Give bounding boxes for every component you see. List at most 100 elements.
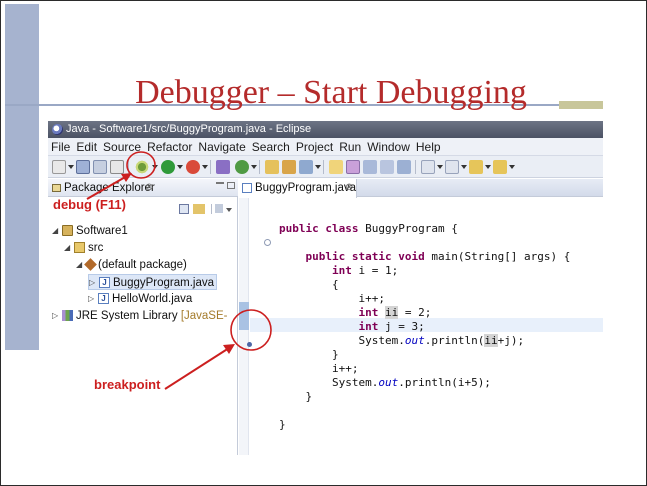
tree-item-buggyprogram[interactable]: ▷ J BuggyProgram.java — [88, 274, 217, 290]
code-line[interactable]: int j = 3; — [279, 320, 424, 334]
collapsed-twisty-icon[interactable]: ▷ — [52, 308, 61, 324]
minimize-icon[interactable] — [216, 182, 224, 184]
debug-icon[interactable] — [134, 159, 150, 175]
forward-dropdown-icon[interactable] — [509, 165, 515, 169]
search-icon[interactable] — [299, 160, 313, 174]
tree-item-label: (default package) — [98, 259, 187, 271]
new-java-project-icon[interactable] — [216, 160, 230, 174]
open-type-icon[interactable] — [265, 160, 279, 174]
package-explorer-tab[interactable]: Package Explorer ⊗ — [48, 179, 238, 197]
new-class-icon[interactable] — [235, 160, 249, 174]
expanded-twisty-icon[interactable]: ◢ — [64, 240, 73, 256]
code-line[interactable]: } — [279, 348, 339, 362]
run-icon[interactable] — [161, 160, 175, 174]
code-line[interactable]: i++; — [279, 292, 385, 306]
code-line[interactable]: public static void main(String[] args) { — [279, 250, 571, 264]
external-tools-dropdown-icon[interactable] — [202, 165, 208, 169]
toolbar-separator — [210, 160, 211, 174]
search-dropdown-icon[interactable] — [315, 165, 321, 169]
code-token: } — [331, 348, 339, 361]
view-menu-dropdown-icon[interactable] — [226, 208, 232, 212]
next-annotation-icon[interactable] — [421, 160, 435, 174]
menu-help[interactable]: Help — [413, 138, 444, 156]
menu-file[interactable]: File — [48, 138, 73, 156]
vertical-ruler[interactable] — [239, 198, 252, 455]
new-dropdown-icon[interactable] — [68, 165, 74, 169]
code-field: out — [404, 334, 425, 347]
code-line[interactable]: } — [279, 390, 313, 404]
external-tools-icon[interactable] — [186, 160, 200, 174]
menu-window[interactable]: Window — [364, 138, 413, 156]
code-line[interactable]: i++; — [279, 362, 359, 376]
menu-search[interactable]: Search — [249, 138, 293, 156]
back-dropdown-icon[interactable] — [485, 165, 491, 169]
run-dropdown-icon[interactable] — [177, 165, 183, 169]
code-token: i = 1; — [351, 264, 399, 277]
collapse-all-icon[interactable] — [179, 204, 189, 214]
forward-icon[interactable] — [493, 160, 507, 174]
editor-tab-buggyprogram[interactable]: BuggyProgram.java ⊗ — [239, 179, 357, 198]
maximize-icon[interactable] — [227, 182, 235, 189]
view-menu-icon[interactable] — [215, 204, 223, 213]
code-line[interactable]: public class BuggyProgram { — [279, 222, 458, 236]
editor-tab-label: BuggyProgram.java — [255, 182, 356, 194]
back-icon[interactable] — [469, 160, 483, 174]
menu-navigate[interactable]: Navigate — [195, 138, 248, 156]
open-task-icon[interactable] — [282, 160, 296, 174]
new-class-dropdown-icon[interactable] — [251, 165, 257, 169]
code-line[interactable]: System.out.println(ii+j); — [279, 334, 524, 348]
save-all-icon[interactable] — [93, 160, 107, 174]
code-token: i++; — [331, 362, 359, 375]
close-icon[interactable]: ⊗ — [145, 179, 153, 197]
tree-item-software1[interactable]: ◢ Software1 — [52, 223, 128, 239]
toolbar-separator — [128, 160, 129, 174]
menu-project[interactable]: Project — [293, 138, 336, 156]
code-line[interactable]: int i = 1; — [279, 264, 398, 278]
previous-annotation-icon[interactable] — [445, 160, 459, 174]
tree-item-label: Software1 — [76, 225, 128, 237]
tree-item-jre-library[interactable]: ▷ JRE System Library [JavaSE- — [52, 308, 227, 324]
menu-refactor[interactable]: Refactor — [144, 138, 195, 156]
menu-source[interactable]: Source — [100, 138, 144, 156]
code-token: main(String[] args) { — [424, 250, 571, 263]
save-icon[interactable] — [76, 160, 90, 174]
link-with-editor-icon[interactable] — [193, 204, 205, 214]
code-line[interactable]: { — [279, 278, 339, 292]
paragraph-icon[interactable] — [397, 160, 411, 174]
toggle-block-selection-icon[interactable] — [363, 160, 377, 174]
main-toolbar — [48, 156, 603, 178]
menu-edit[interactable]: Edit — [73, 138, 100, 156]
menu-run[interactable]: Run — [336, 138, 364, 156]
tree-item-helloworld[interactable]: ▷ J HelloWorld.java — [88, 291, 192, 307]
print-icon[interactable] — [110, 160, 124, 174]
previous-annotation-dropdown-icon[interactable] — [461, 165, 467, 169]
tree-item-default-package[interactable]: ◢ (default package) — [76, 257, 187, 273]
annotation-icon[interactable] — [329, 160, 343, 174]
package-icon — [84, 258, 97, 271]
debug-dropdown-icon[interactable] — [152, 165, 158, 169]
next-annotation-dropdown-icon[interactable] — [437, 165, 443, 169]
collapsed-twisty-icon[interactable]: ▷ — [89, 275, 98, 291]
close-icon[interactable]: ⊗ — [345, 179, 353, 197]
new-icon[interactable] — [52, 160, 66, 174]
project-icon — [62, 225, 73, 236]
breakpoint-marker-icon[interactable] — [247, 342, 252, 347]
collapsed-twisty-icon[interactable]: ▷ — [88, 291, 97, 307]
expanded-twisty-icon[interactable]: ◢ — [52, 223, 61, 239]
code-line[interactable]: } — [279, 418, 286, 432]
tree-item-src[interactable]: ◢ src — [64, 240, 103, 256]
show-whitespace-icon[interactable] — [380, 160, 394, 174]
code-token: +j); — [497, 334, 525, 347]
code-line[interactable]: int ii = 2; — [279, 306, 431, 320]
code-line[interactable]: System.out.println(i+5); — [279, 376, 491, 390]
code-token: i++; — [358, 292, 385, 305]
toggle-mark-occurrences-icon[interactable] — [346, 160, 360, 174]
fold-collapse-icon[interactable] — [264, 239, 271, 246]
code-editor: BuggyProgram.java ⊗ public class BuggyPr… — [239, 179, 603, 455]
